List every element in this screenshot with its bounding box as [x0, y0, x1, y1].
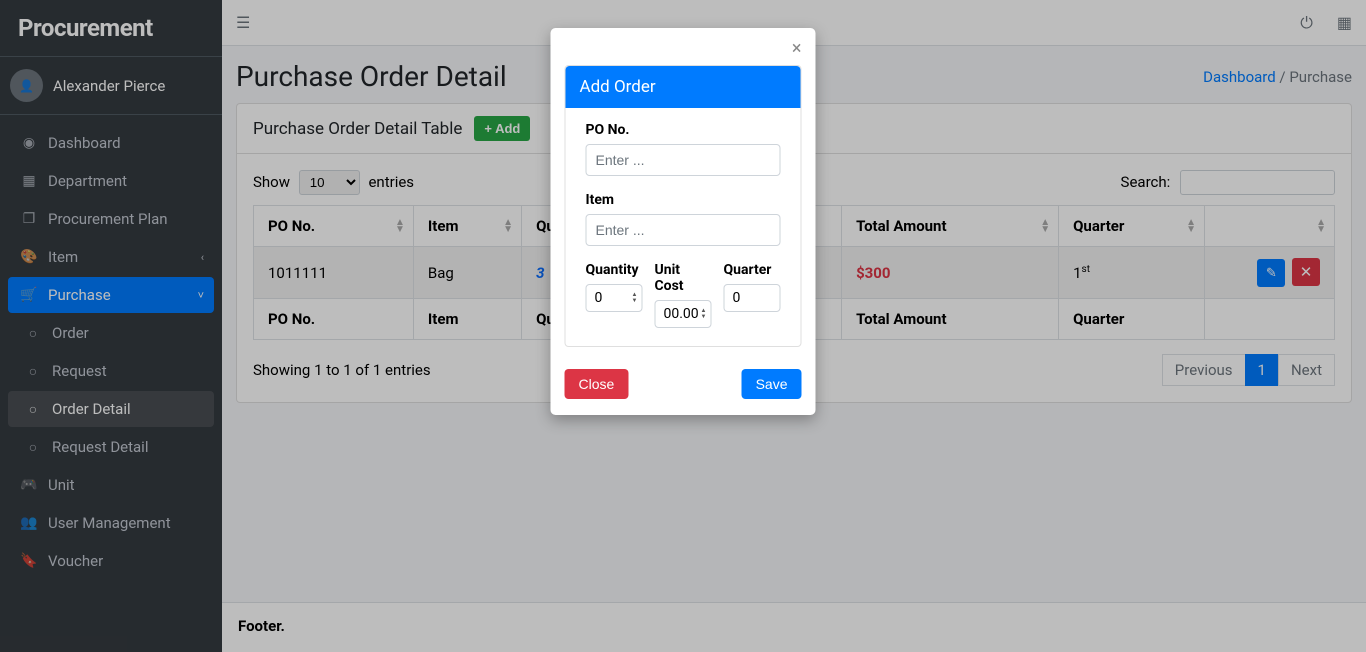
quantity-stepper[interactable]: 0▲▼ [586, 284, 643, 312]
spinner-icon[interactable]: ▲▼ [701, 308, 707, 320]
unit-cost-stepper[interactable]: 00.00▲▼ [655, 300, 712, 328]
spinner-icon[interactable]: ▲▼ [632, 292, 638, 304]
po-label: PO No. [586, 122, 781, 138]
item-label: Item [586, 192, 781, 208]
modal-title: Add Order [566, 66, 801, 108]
po-input[interactable] [586, 144, 781, 176]
add-order-modal: × Add Order PO No. Item Quantity 0▲▼ [551, 28, 816, 415]
close-icon[interactable]: × [792, 38, 802, 59]
cost-label: Unit Cost [655, 262, 712, 294]
save-button[interactable]: Save [742, 369, 802, 399]
quarter-label: Quarter [724, 262, 781, 278]
close-button[interactable]: Close [565, 369, 629, 399]
item-input[interactable] [586, 214, 781, 246]
qty-label: Quantity [586, 262, 643, 278]
quarter-input[interactable]: 0 [724, 284, 781, 312]
